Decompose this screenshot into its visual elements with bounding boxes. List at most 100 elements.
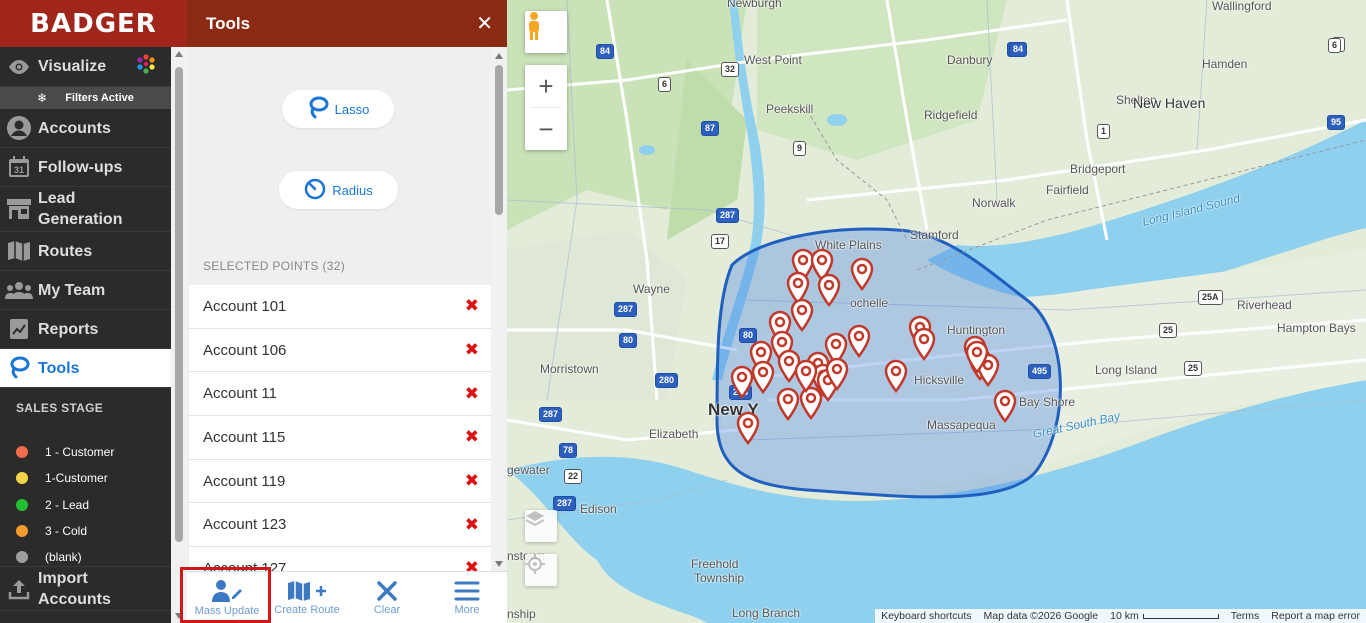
map-label: nship: [507, 607, 536, 621]
nav-item-visualize[interactable]: Visualize: [0, 47, 171, 87]
map-label: New Haven: [1133, 95, 1206, 111]
nav-item-import-accounts[interactable]: Import Accounts: [0, 566, 171, 611]
map-label: Fairfield: [1046, 183, 1089, 197]
scroll-up-arrow[interactable]: [495, 53, 503, 59]
map-label: Wallingford: [1212, 0, 1272, 13]
zoom-out-button[interactable]: −: [538, 108, 553, 150]
layers-button[interactable]: [525, 510, 557, 542]
map-label: gewater: [507, 463, 550, 477]
create-route-button[interactable]: Create Route: [267, 572, 347, 623]
map-label: Freehold: [691, 557, 739, 571]
map-label: Long Island: [1095, 363, 1158, 377]
selected-points-title: SELECTED POINTS (32): [203, 259, 346, 273]
nav-label: Accounts: [38, 119, 111, 137]
nav-item-accounts[interactable]: Accounts: [0, 109, 171, 148]
list-item[interactable]: Account 11 ✖: [189, 372, 491, 417]
lasso-button[interactable]: Lasso: [282, 90, 394, 128]
scroll-thumb[interactable]: [175, 67, 183, 542]
nav-item-follow-ups[interactable]: 31 Follow-ups: [0, 148, 171, 187]
scroll-down-arrow[interactable]: [175, 613, 183, 619]
route-shield: 84: [1009, 42, 1028, 57]
list-item[interactable]: Account 115 ✖: [189, 416, 491, 460]
mass-update-button[interactable]: Mass Update: [187, 572, 267, 623]
route-shield: 17: [711, 234, 730, 249]
list-item[interactable]: Account 127 ✖: [189, 547, 491, 571]
nav-item-lead-generation[interactable]: Lead Generation: [0, 187, 171, 232]
legend-item[interactable]: 3 - Cold: [16, 524, 87, 538]
person-edit-icon: [210, 579, 244, 603]
nav-label: Lead Generation: [38, 190, 123, 228]
terms-link[interactable]: Terms: [1231, 610, 1260, 622]
map-label: Hicksville: [914, 373, 965, 387]
scroll-up-arrow[interactable]: [175, 51, 183, 57]
scale-label: 10 km: [1110, 610, 1139, 622]
street-view-button[interactable]: [525, 11, 567, 53]
mass-update-label: Mass Update: [194, 604, 260, 617]
account-name: Account 106: [203, 341, 287, 359]
remove-icon[interactable]: ✖: [465, 427, 479, 447]
create-route-label: Create Route: [274, 603, 340, 616]
nav-item-reports[interactable]: Reports: [0, 310, 171, 349]
team-icon: [0, 280, 38, 300]
remove-icon[interactable]: ✖: [465, 471, 479, 491]
clear-button[interactable]: Clear: [347, 572, 427, 623]
list-item[interactable]: Account 101 ✖: [189, 285, 491, 329]
zoom-in-button[interactable]: +: [538, 65, 553, 107]
map-data-text: Map data ©2026 Google: [983, 610, 1099, 622]
account-name: Account 115: [203, 428, 286, 446]
more-button[interactable]: More: [427, 572, 507, 623]
map-label: New Y: [708, 400, 759, 419]
account-name: Account 123: [203, 516, 287, 534]
scale-bar[interactable]: 10 km: [1110, 610, 1219, 622]
nav-item-routes[interactable]: Routes: [0, 232, 171, 271]
map-label: White Plains: [815, 238, 882, 252]
nav-scrollbar[interactable]: [171, 47, 187, 623]
list-item[interactable]: Account 119 ✖: [189, 459, 491, 504]
remove-icon[interactable]: ✖: [465, 558, 479, 571]
route-shield: 278: [729, 385, 753, 400]
legend-label: 1-Customer: [45, 471, 108, 485]
map-label: Riverhead: [1237, 298, 1292, 312]
close-icon[interactable]: ✕: [476, 11, 493, 36]
map-label: ochelle: [850, 296, 889, 310]
map-view[interactable]: Newburgh West Point Danbury Hamden Walli…: [507, 0, 1366, 623]
route-shield: 87: [701, 121, 720, 136]
remove-icon[interactable]: ✖: [465, 296, 479, 316]
report-icon: [0, 318, 38, 340]
nav-label: My Team: [38, 281, 106, 299]
legend-item[interactable]: 1-Customer: [16, 471, 108, 485]
remove-icon[interactable]: ✖: [465, 515, 479, 535]
filters-active-banner[interactable]: ❄ Filters Active: [0, 87, 171, 109]
nav-label: Follow-ups: [38, 158, 123, 176]
nav-item-my-team[interactable]: My Team: [0, 271, 171, 310]
scroll-thumb[interactable]: [495, 65, 503, 215]
status-dot: [16, 499, 28, 511]
remove-icon[interactable]: ✖: [465, 384, 479, 404]
nav-label: Reports: [38, 320, 99, 338]
route-shield: 287: [553, 496, 577, 511]
legend-item[interactable]: 1 - Customer: [16, 445, 114, 459]
status-dot: [16, 472, 28, 484]
status-dot: [16, 446, 28, 458]
account-name: Account 101: [203, 297, 287, 315]
scroll-down-arrow[interactable]: [495, 561, 503, 567]
map-label: Hamden: [1202, 57, 1248, 71]
list-item[interactable]: Account 123 ✖: [189, 503, 491, 548]
radius-button[interactable]: Radius: [279, 171, 398, 209]
legend-item[interactable]: 2 - Lead: [16, 498, 89, 512]
selected-points-list: Account 101 ✖ Account 106 ✖ Account 11 ✖…: [189, 285, 491, 571]
legend-item[interactable]: (blank): [16, 550, 82, 564]
account-name: Account 119: [203, 472, 286, 490]
map-label: Township: [694, 571, 745, 585]
report-error-link[interactable]: Report a map error: [1271, 610, 1360, 622]
keyboard-shortcuts-link[interactable]: Keyboard shortcuts: [881, 610, 971, 622]
tools-scrollbar[interactable]: [491, 47, 507, 571]
app-root: BADGER Visualize ❄ Filters Active Accoun…: [0, 0, 1366, 623]
nav-item-tools[interactable]: Tools: [0, 349, 171, 388]
list-item[interactable]: Account 106 ✖: [189, 328, 491, 373]
my-location-button[interactable]: [525, 554, 557, 586]
map-label: Ridgefield: [924, 108, 978, 122]
legend-label: 3 - Cold: [45, 524, 88, 538]
remove-icon[interactable]: ✖: [465, 340, 479, 360]
eye-icon: [0, 59, 38, 75]
